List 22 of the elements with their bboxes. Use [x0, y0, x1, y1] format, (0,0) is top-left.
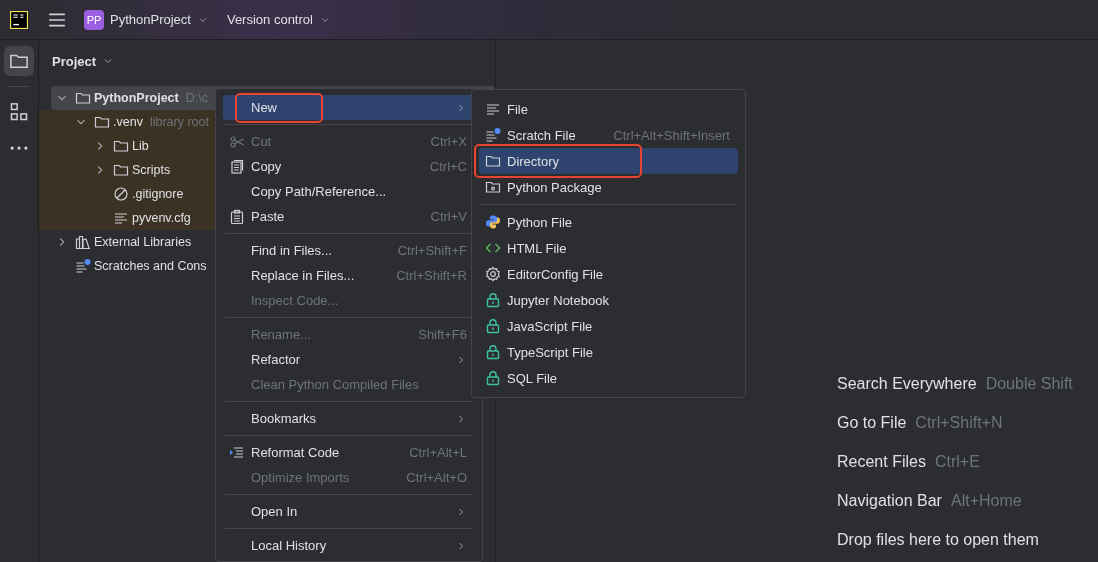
shortcut-hint: Ctrl+Alt+Shift+Insert	[613, 127, 730, 143]
hint-text: Drop files here to open them	[837, 530, 1039, 550]
shortcut-hint: Ctrl+C	[429, 159, 467, 174]
project-badge: PP	[84, 9, 104, 30]
path-hint: library root	[149, 115, 209, 129]
shortcut-hint: Ctrl+Alt+O	[406, 470, 467, 485]
shortcut-hint: Ctrl+Shift+F	[397, 243, 467, 258]
hint-text: Recent Files	[837, 452, 926, 472]
shortcut-hint: Ctrl+Alt+L	[409, 445, 467, 460]
shortcut-hint: Shift+F6	[418, 327, 467, 342]
version-control-label: Version control	[226, 12, 313, 27]
hint-text: Go to File	[837, 413, 907, 433]
hint-text: Search Everywhere	[837, 374, 977, 394]
shortcut-hint: Double Shift	[985, 374, 1073, 394]
shortcut-hint: Ctrl+Shift+R	[396, 268, 467, 283]
project-name: PythonProject	[110, 12, 191, 27]
shortcut-hint: Ctrl+X	[430, 134, 467, 149]
shortcut-hint: Alt+Home	[950, 491, 1022, 511]
shortcut-hint: Ctrl+Shift+N	[915, 413, 1003, 433]
hint-text: Navigation Bar	[837, 491, 942, 511]
shortcut-hint: Ctrl+V	[430, 209, 467, 224]
shortcut-hint: Ctrl+E	[934, 452, 980, 472]
